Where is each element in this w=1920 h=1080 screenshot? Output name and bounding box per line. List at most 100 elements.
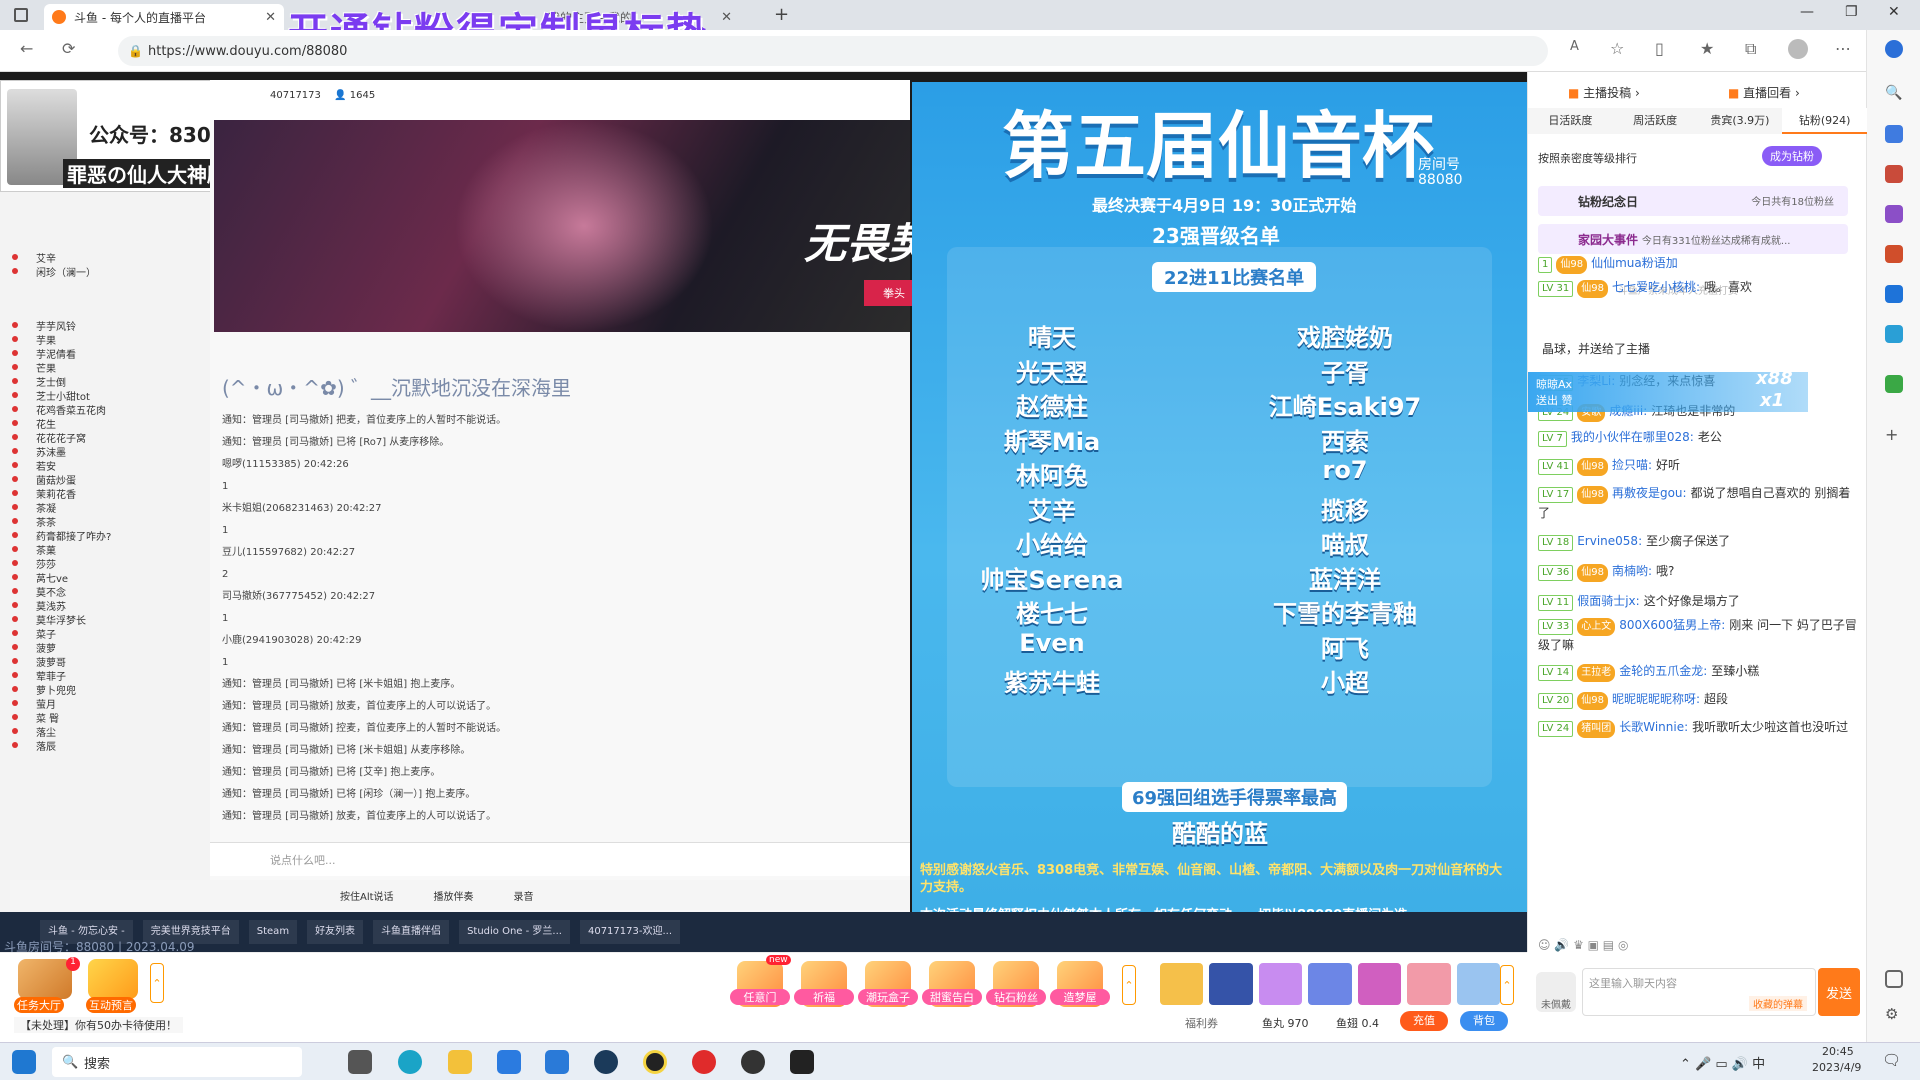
maximize-button[interactable]: ❐ [1845, 4, 1858, 20]
url-field[interactable]: 🔒 https://www.douyu.com/88080 [118, 36, 1548, 66]
unverified-badge[interactable]: 未佩戴 [1536, 972, 1576, 1012]
taskbar-search[interactable]: 🔍 搜索 [52, 1047, 302, 1077]
tag-icon[interactable] [1885, 125, 1903, 143]
channel-user[interactable]: 药膏都接了咋办? [6, 528, 206, 543]
sidebar-toggle-icon[interactable] [1885, 970, 1903, 988]
chat-user[interactable]: 长歌Winnie: [1619, 720, 1688, 734]
settings-icon[interactable]: ⚙ [1885, 1005, 1903, 1023]
recharge-button[interactable]: 充值 [1400, 1011, 1448, 1031]
outlook-icon[interactable] [1885, 285, 1903, 303]
channel-user[interactable]: 菜 臀 [6, 710, 206, 725]
collections-icon[interactable]: ⧉ [1745, 39, 1756, 59]
studio-one-icon[interactable] [790, 1050, 814, 1074]
channel-user[interactable]: 菠萝 [6, 640, 206, 655]
channel-user[interactable]: 莴七ve [6, 570, 206, 585]
clock-date[interactable]: 2023/4/9 [1812, 1061, 1861, 1074]
windows-start-icon[interactable] [12, 1050, 36, 1074]
backpack-gifts[interactable] [1160, 963, 1500, 1005]
tab-douyu[interactable]: 斗鱼 - 每个人的直播平台 ✕ [44, 4, 284, 30]
backpack-button[interactable]: 背包 [1460, 1011, 1508, 1031]
tab-vip[interactable]: 贵宾(3.9万) [1698, 108, 1783, 134]
link-replay[interactable]: ■ 直播回看 › [1728, 84, 1800, 101]
chat-user[interactable]: 昵昵昵昵昵称呀: [1612, 692, 1700, 706]
games-icon[interactable] [1885, 205, 1903, 223]
gift-slot[interactable] [1357, 963, 1402, 1005]
office-icon[interactable] [1885, 245, 1903, 263]
tab-close-icon[interactable]: ✕ [265, 10, 276, 25]
family-event-card[interactable]: 家园大事件 今日有331位粉丝达成稀有成就... [1538, 224, 1848, 254]
channel-user[interactable]: 茶菓 [6, 542, 206, 557]
channel-user[interactable]: 萝卜兜兜 [6, 682, 206, 697]
channel-user[interactable]: 落尘 [6, 724, 206, 739]
add-icon[interactable]: + [1885, 425, 1903, 444]
more-options-icon[interactable]: ⋯ [1835, 39, 1851, 58]
prediction-icon[interactable] [88, 959, 138, 999]
gift-slot[interactable] [1456, 963, 1500, 1005]
become-fan-button[interactable]: 成为钻粉 [1762, 146, 1822, 166]
notification-icon[interactable]: 🗨 [1882, 1051, 1901, 1069]
record-label[interactable]: 录音 [514, 888, 534, 903]
tab-weekly[interactable]: 周活跃度 [1613, 108, 1698, 134]
search-icon[interactable]: 🔍 [1885, 85, 1903, 103]
channel-user[interactable]: 茉莉花香 [6, 486, 206, 501]
channel-user[interactable]: 艾辛 [6, 250, 206, 265]
bing-icon[interactable] [1885, 40, 1903, 58]
new-tab-button[interactable]: + [774, 4, 789, 25]
channel-user[interactable]: 花鸡香菜五花肉 [6, 402, 206, 417]
channel-user[interactable]: 莫不念 [6, 584, 206, 599]
channel-user[interactable]: 花花花子窝 [6, 430, 206, 445]
minimize-button[interactable]: — [1800, 4, 1814, 20]
fan-day-card[interactable]: 钻粉纪念日 今日共有18位粉丝 [1538, 186, 1848, 216]
favorites-icon[interactable]: ★ [1700, 39, 1714, 58]
send-icon[interactable] [1885, 325, 1903, 343]
channel-user[interactable]: 苏沫墨 [6, 444, 206, 459]
file-explorer-icon[interactable] [448, 1050, 472, 1074]
channel-user[interactable]: 菠萝哥 [6, 654, 206, 669]
gift-slot[interactable] [1209, 963, 1253, 1005]
accompaniment-label[interactable]: 播放伴奏 [434, 888, 474, 903]
voice-chat-input[interactable]: 说点什么吧... [210, 842, 910, 876]
steam-icon[interactable] [594, 1050, 618, 1074]
tab-fans[interactable]: 钻粉(924) [1782, 108, 1867, 134]
gift-slot[interactable] [1258, 963, 1303, 1005]
gift-slot[interactable] [1160, 963, 1204, 1005]
favorite-icon[interactable]: ☆ [1610, 39, 1624, 58]
channel-user[interactable]: 若安 [6, 458, 206, 473]
edge-icon[interactable] [398, 1050, 422, 1074]
ime-indicator[interactable]: 中 [1752, 1057, 1765, 1072]
channel-user[interactable]: 菜子 [6, 626, 206, 641]
channel-user[interactable]: 花生 [6, 416, 206, 431]
expand-right-arrow[interactable]: ⌃ [1500, 965, 1514, 1005]
chat-user[interactable]: 假面骑士jx: [1577, 594, 1639, 608]
link-submit[interactable]: ■ 主播投稿 › [1568, 84, 1640, 101]
tree-icon[interactable] [1885, 375, 1903, 393]
channel-user[interactable]: 莫浅苏 [6, 598, 206, 613]
channel-user[interactable]: 闲珍（澜一） [6, 264, 206, 279]
chat-user[interactable]: Ervine058: [1577, 534, 1642, 548]
channel-user[interactable]: 茶凝 [6, 500, 206, 515]
gift-slot[interactable] [1308, 963, 1352, 1005]
tab-daily[interactable]: 日活跃度 [1528, 108, 1613, 134]
chat-user[interactable]: 800X600猛男上帝: [1619, 618, 1725, 632]
clock-time[interactable]: 20:45 [1822, 1045, 1854, 1058]
window-menu-icon[interactable] [14, 8, 28, 22]
chat-user[interactable]: 南楠哟: [1612, 564, 1652, 578]
channel-user[interactable]: 芋芋风铃 [6, 318, 206, 333]
channel-user[interactable]: 莫华浮梦长 [6, 612, 206, 627]
refresh-icon[interactable]: ⟳ [62, 39, 75, 58]
channel-user[interactable]: 芝士小甜tot [6, 388, 206, 403]
channel-user[interactable]: 菌菇炒蛋 [6, 472, 206, 487]
netease-music-icon[interactable] [692, 1050, 716, 1074]
channel-user[interactable]: 芋泥倩看 [6, 346, 206, 361]
chat-input[interactable]: 这里输入聊天内容 收藏的弹幕 [1582, 968, 1816, 1016]
douyu-app-icon[interactable] [643, 1050, 667, 1074]
channel-user[interactable]: 芋果 [6, 332, 206, 347]
chat-user[interactable]: 我的小伙伴在哪里028: [1571, 430, 1694, 444]
channel-user[interactable]: 芝士倒 [6, 374, 206, 389]
close-window-button[interactable]: ✕ [1888, 4, 1900, 20]
channel-user[interactable]: 荤菲子 [6, 668, 206, 683]
chat-user[interactable]: 再敷夜是gou: [1612, 486, 1687, 500]
split-screen-icon[interactable]: ▯ [1655, 39, 1664, 58]
chat-user[interactable]: 捡只喵: [1612, 458, 1652, 472]
read-aloud-icon[interactable]: A [1570, 39, 1579, 54]
